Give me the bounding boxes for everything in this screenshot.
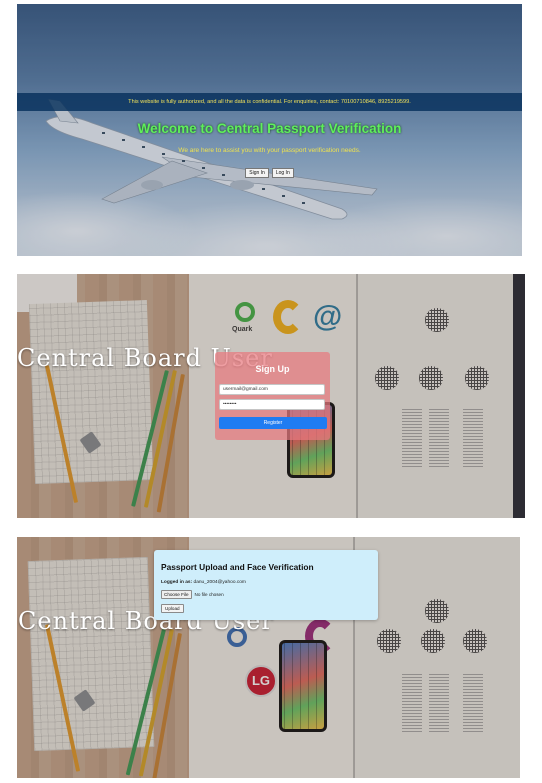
upload-card-title: Passport Upload and Face Verification: [161, 562, 314, 572]
auth-buttons: Sign In Log In: [17, 168, 522, 178]
logged-in-info: Logged in as: danu_2004@yahoo.com: [161, 580, 246, 585]
logged-in-label: Logged in as:: [161, 580, 193, 585]
file-picker: Choose File No file chosen: [161, 590, 224, 599]
file-status-text: No file chosen: [194, 592, 224, 597]
upload-card: Passport Upload and Face Verification Lo…: [154, 550, 378, 620]
signup-title: Sign Up: [255, 364, 290, 374]
landing-panel: This website is fully authorized, and al…: [17, 4, 522, 256]
welcome-heading: Welcome to Central Passport Verification: [137, 121, 402, 136]
tagline-text: We are here to assist you with your pass…: [178, 147, 361, 154]
log-in-button[interactable]: Log In: [271, 168, 294, 178]
upload-panel: LG Central Board User Passport Upload an…: [17, 537, 520, 778]
signup-panel: Quark @ Central Board User Sign Up userm…: [17, 274, 525, 518]
sign-in-button[interactable]: Sign In: [245, 168, 269, 178]
register-button[interactable]: Register: [219, 417, 327, 429]
choose-file-button[interactable]: Choose File: [161, 590, 192, 599]
password-field[interactable]: ••••••••: [219, 399, 325, 410]
notice-text: This website is fully authorized, and al…: [128, 99, 411, 105]
notice-bar: This website is fully authorized, and al…: [17, 93, 522, 111]
upload-button[interactable]: Upload: [161, 604, 184, 613]
logged-in-user: danu_2004@yahoo.com: [193, 580, 246, 585]
email-field[interactable]: usermail@gmail.com: [219, 384, 325, 395]
